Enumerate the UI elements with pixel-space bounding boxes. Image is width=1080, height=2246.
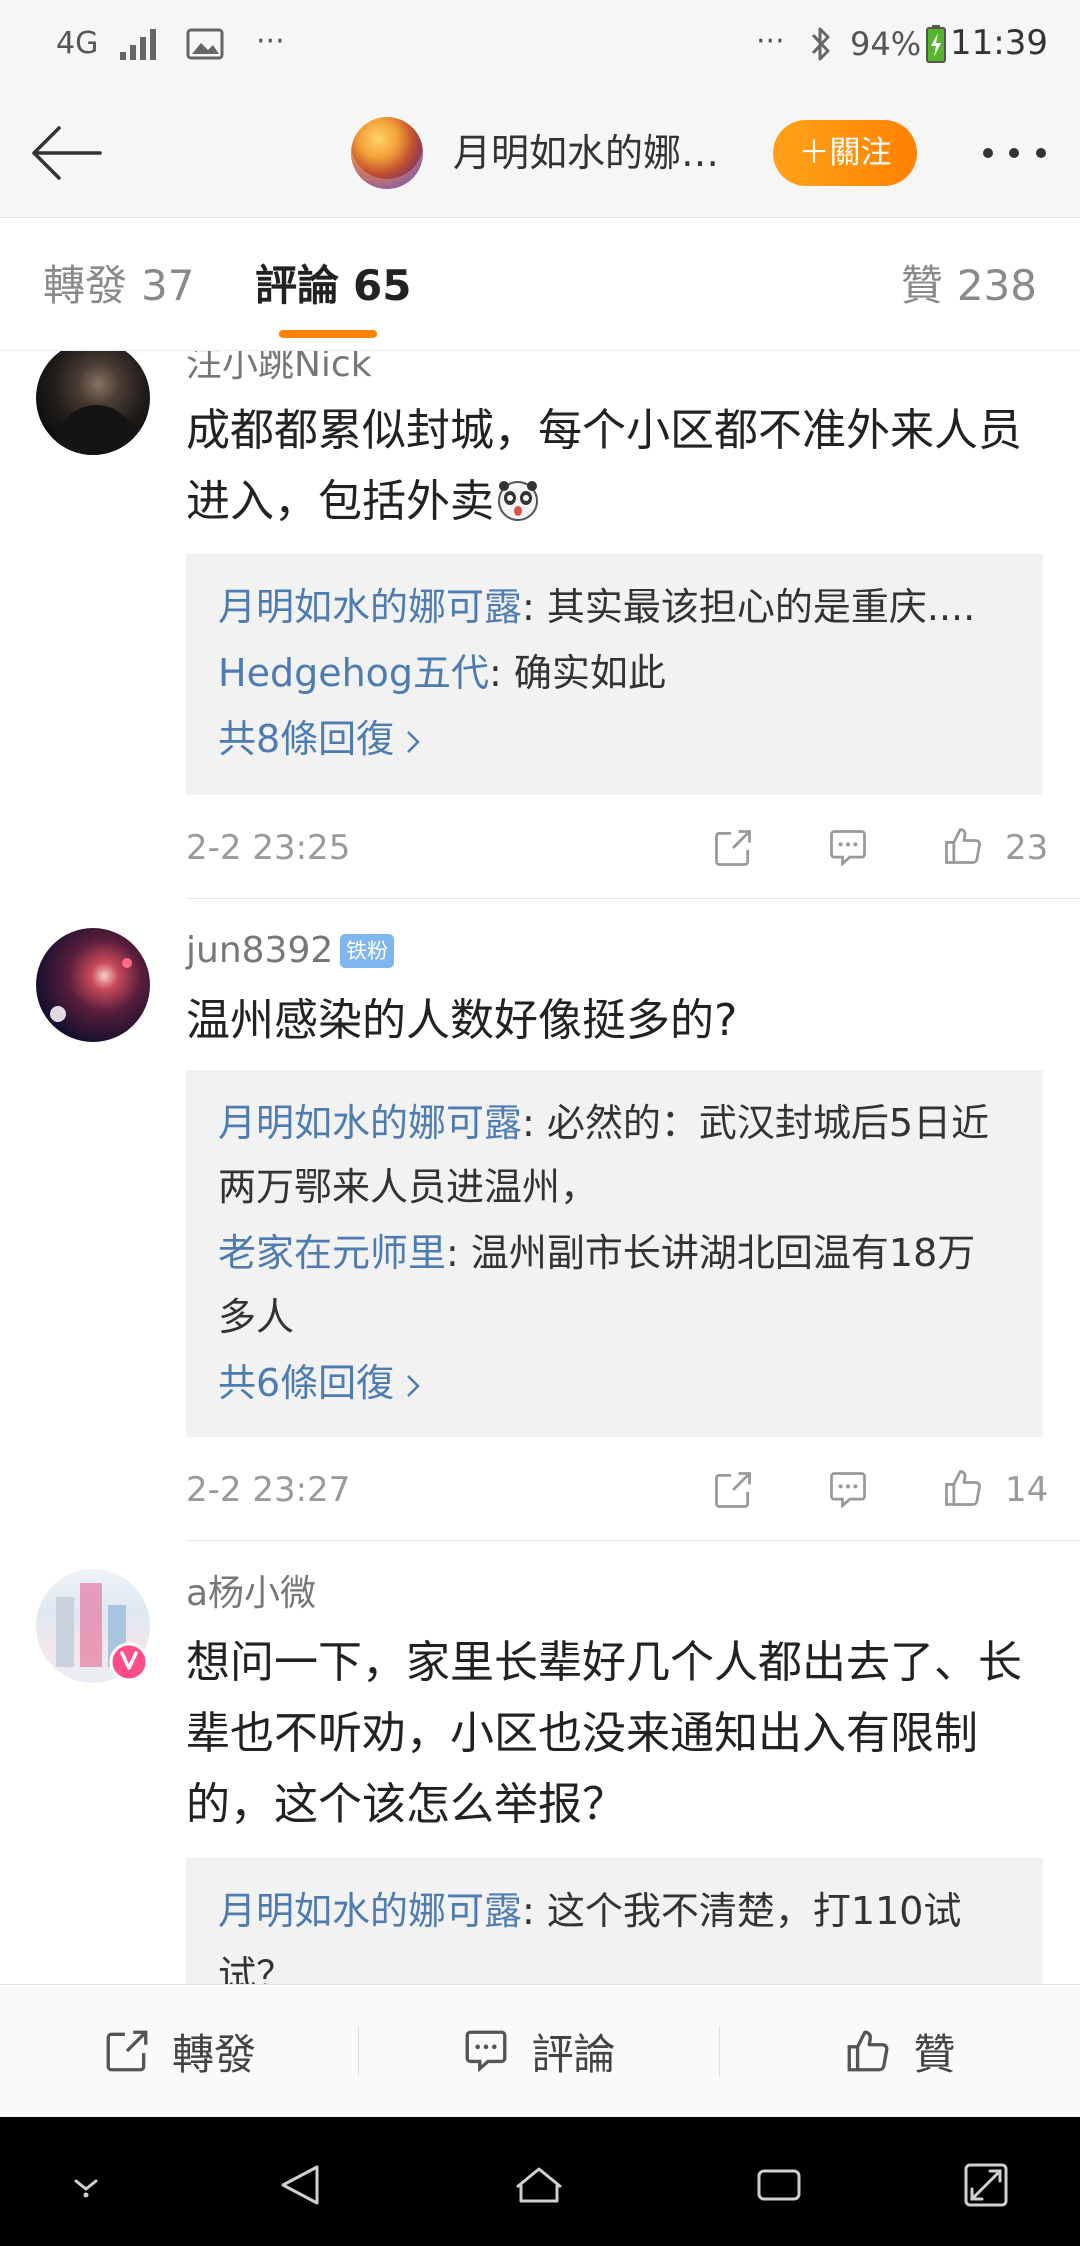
back-arrow-icon[interactable] — [28, 122, 104, 184]
like-icon — [848, 2030, 889, 2072]
repost-button[interactable]: 轉發 — [0, 1985, 358, 2117]
reply-comment-icon[interactable] — [826, 1468, 870, 1512]
repost-icon — [106, 2030, 148, 2072]
avatar-shoulders — [56, 405, 136, 455]
commenter-name[interactable]: jun8392 — [186, 928, 333, 974]
tab-reposts[interactable]: 轉發 37 — [43, 261, 194, 311]
comment-label: 評論 — [531, 2029, 616, 2079]
repost-icon[interactable] — [711, 826, 755, 870]
reply-preview-box[interactable]: 月明如水的娜可露: 必然的：武汉封城后5日近两万鄂来人员进温州， 老家在元师里:… — [186, 1070, 1043, 1437]
author-name[interactable]: 月明如水的娜… — [453, 129, 719, 177]
view-all-replies-link[interactable]: 共8條回復 — [218, 707, 1003, 771]
surprised-face-emoji-icon — [496, 472, 540, 521]
like-label: 贊 — [913, 2029, 956, 2079]
nav-expand-icon[interactable] — [958, 2157, 1014, 2213]
like-count: 14 — [1005, 1470, 1049, 1510]
avatar-light-spot — [122, 958, 132, 968]
battery-charging-icon — [926, 25, 946, 63]
tab-count: 65 — [353, 261, 412, 310]
bottom-action-bar: 轉發 評論 贊 — [0, 1984, 1080, 2117]
tab-label: 轉發 — [43, 261, 128, 310]
nav-recent-apps-icon[interactable] — [751, 2157, 807, 2213]
reply-item[interactable]: Hedgehog五代: 确实如此 — [218, 641, 1003, 705]
hide-keyboard-chevron-icon[interactable] — [58, 2157, 114, 2213]
reply-author[interactable]: Hedgehog五代 — [218, 651, 489, 695]
nav-home-icon[interactable] — [511, 2157, 567, 2213]
signal-icon — [120, 29, 156, 60]
comment-timestamp: 2-2 23:27 — [186, 1470, 351, 1510]
reply-author[interactable]: 月明如水的娜可露 — [218, 1889, 522, 1933]
comment-icon — [466, 2030, 507, 2073]
clock: 11:39 — [950, 23, 1048, 63]
like-count: 23 — [1005, 828, 1049, 868]
action-separator — [719, 2026, 720, 2076]
chevron-right-icon — [407, 731, 420, 753]
like-icon[interactable] — [941, 824, 985, 868]
network-type: 4G — [56, 26, 99, 61]
tab-count: 37 — [141, 261, 195, 310]
avatar-light-spot — [50, 1006, 66, 1022]
reply-item[interactable]: 老家在元师里: 温州副市长讲湖北回温有18万多人 — [218, 1221, 1003, 1349]
like-icon[interactable] — [941, 1466, 985, 1510]
comment-divider — [186, 898, 1080, 899]
status-bar: 4G ··· ··· 94% 11:39 — [0, 0, 1080, 88]
author-avatar[interactable] — [351, 117, 423, 189]
reply-author[interactable]: 老家在元师里 — [218, 1231, 446, 1275]
commenter-avatar[interactable] — [36, 928, 150, 1042]
image-notification-icon — [186, 28, 224, 60]
repost-icon[interactable] — [711, 1468, 755, 1512]
bluetooth-icon — [811, 27, 830, 61]
reply-author[interactable]: 月明如水的娜可露 — [218, 585, 522, 629]
reply-preview-box[interactable]: 月明如水的娜可露: 这个我不清楚，打110试试？ — [186, 1858, 1043, 1984]
battery-percent: 94% — [850, 25, 922, 63]
comment-divider — [186, 1540, 1080, 1541]
reply-text: : 确实如此 — [489, 651, 666, 695]
commenter-avatar[interactable] — [36, 351, 150, 455]
more-options-icon[interactable] — [980, 146, 1050, 160]
view-all-replies-link[interactable]: 共6條回復 — [218, 1351, 1003, 1415]
comment-text: 温州感染的人数好像挺多的? — [186, 995, 738, 1046]
more-replies-label: 共8條回復 — [218, 717, 395, 761]
more-replies-label: 共6條回復 — [218, 1361, 395, 1405]
post-tabs: 轉發 37 評論 65 贊 238 — [0, 218, 1080, 351]
like-button[interactable]: 贊 — [719, 1985, 1080, 2117]
reply-item[interactable]: 月明如水的娜可露: 其实最该担心的是重庆.... — [218, 575, 1003, 639]
comment-button[interactable]: 評論 — [358, 1985, 719, 2117]
reply-text: : 其实最该担心的是重庆.... — [522, 585, 976, 629]
tab-count: 238 — [956, 261, 1037, 310]
nav-back-icon[interactable] — [273, 2157, 329, 2213]
top-navigation-bar: 月明如水的娜… ＋關注 — [0, 88, 1080, 218]
repost-label: 轉發 — [171, 2029, 256, 2079]
avatar-building — [56, 1597, 74, 1667]
reply-comment-icon[interactable] — [826, 826, 870, 870]
tab-comments[interactable]: 評論 65 — [255, 261, 411, 311]
action-separator — [358, 2026, 359, 2076]
system-navigation-bar — [0, 2117, 1080, 2246]
comment-timestamp: 2-2 23:25 — [186, 828, 351, 868]
reply-item[interactable]: 月明如水的娜可露: 这个我不清楚，打110试试？ — [218, 1879, 1003, 1984]
overflow-indicator-right: ··· — [756, 24, 785, 59]
reply-preview-box[interactable]: 月明如水的娜可露: 其实最该担心的是重庆.... Hedgehog五代: 确实如… — [186, 554, 1043, 795]
chevron-right-icon — [407, 1375, 420, 1397]
avatar-building — [80, 1583, 102, 1667]
overflow-indicator-left: ··· — [256, 24, 285, 59]
commenter-name[interactable]: 汪小跳Nick — [186, 351, 372, 388]
tab-label: 贊 — [900, 261, 943, 310]
comment-list[interactable]: 汪小跳Nick 成都都累似封城，每个小区都不准外来人员进入，包括外卖 月明如水的… — [0, 351, 1080, 1984]
comment-body: 成都都累似封城，每个小区都不准外来人员进入，包括外卖 — [186, 405, 1022, 527]
comment-text: 成都都累似封城，每个小区都不准外来人员进入，包括外卖 — [186, 395, 1043, 537]
tab-likes[interactable]: 贊 238 — [901, 261, 1037, 311]
commenter-name[interactable]: a杨小微 — [186, 1571, 316, 1617]
follow-button[interactable]: ＋關注 — [773, 120, 917, 186]
tab-label: 評論 — [255, 261, 340, 310]
fan-badge: 铁粉 — [340, 934, 394, 968]
active-tab-indicator — [279, 330, 377, 338]
member-badge-icon — [109, 1642, 149, 1682]
comment-text: 想问一下，家里长辈好几个人都出去了、长辈也不听劝，小区也没来通知出入有限制的，这… — [186, 1637, 1022, 1830]
reply-author[interactable]: 月明如水的娜可露 — [218, 1101, 522, 1145]
reply-item[interactable]: 月明如水的娜可露: 必然的：武汉封城后5日近两万鄂来人员进温州， — [218, 1091, 1003, 1219]
